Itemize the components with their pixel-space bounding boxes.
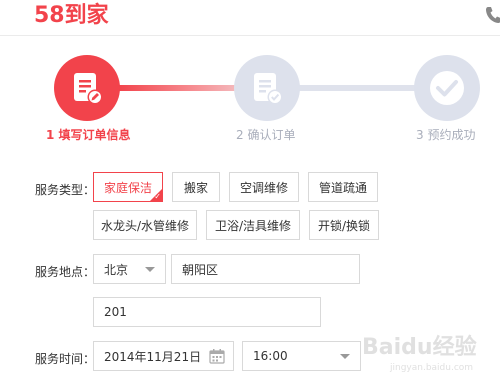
option-locksmith[interactable]: 开锁/换锁 [309,210,379,240]
option-pipe-unclog[interactable]: 管道疏通 [308,172,378,202]
option-label: 开锁/换锁 [317,218,371,233]
check-icon: ✓ [154,192,161,201]
step-1-label: 1 填写订单信息 [46,128,131,142]
step-progress-line-2 [298,85,416,91]
time-value: 16:00 [253,349,288,363]
service-type-label: 服务类型： [35,183,96,197]
option-faucet-repair[interactable]: 水龙头/水管维修 [93,210,197,240]
option-ac-repair[interactable]: 空调维修 [229,172,299,202]
option-label: 卫浴/洁具维修 [214,218,292,233]
option-label: 搬家 [183,180,208,195]
service-location-label: 服务地点： [35,265,96,279]
watermark-text: Baidu经验 [362,334,477,360]
checkmark-icon [430,71,464,105]
baidu-jingyan-watermark: Baidu经验 jingyan.baidu.com [362,334,477,373]
chevron-down-icon [340,354,350,359]
option-label: 管道疏通 [318,180,367,195]
date-picker[interactable]: 2014年11月21日 [93,341,234,371]
step-progress-line-1 [118,85,236,91]
watermark-subtext: jingyan.baidu.com [389,363,473,373]
site-logo[interactable]: 58到家 [34,2,109,30]
option-house-cleaning[interactable]: 家庭保洁 ✓ [93,172,163,202]
chevron-down-icon [145,267,155,272]
district-input[interactable]: 朝阳区 [171,254,360,284]
city-value: 北京 [104,262,129,277]
address-value: 201 [104,305,127,319]
service-time-label: 服务时间： [35,352,96,366]
step-2-label: 2 确认订单 [236,128,296,142]
calendar-icon[interactable] [209,348,225,364]
top-header: 58到家 [0,0,500,36]
form-edit-icon [74,73,103,105]
step-1-circle [54,55,120,121]
city-select[interactable]: 北京 [93,254,166,284]
option-moving[interactable]: 搬家 [172,172,220,202]
step-2-circle [234,55,300,121]
time-select[interactable]: 16:00 [242,341,361,371]
district-value: 朝阳区 [182,262,219,277]
step-3-circle [414,55,480,121]
date-value: 2014年11月21日 [104,349,202,364]
form-check-icon [254,73,283,105]
step-3-label: 3 预约成功 [416,128,476,142]
option-label: 空调维修 [239,180,288,195]
option-bathroom-repair[interactable]: 卫浴/洁具维修 [206,210,300,240]
phone-icon[interactable] [485,6,500,24]
option-label: 水龙头/水管维修 [100,218,190,233]
address-input[interactable]: 201 [93,297,321,327]
option-label: 家庭保洁 [103,180,152,195]
